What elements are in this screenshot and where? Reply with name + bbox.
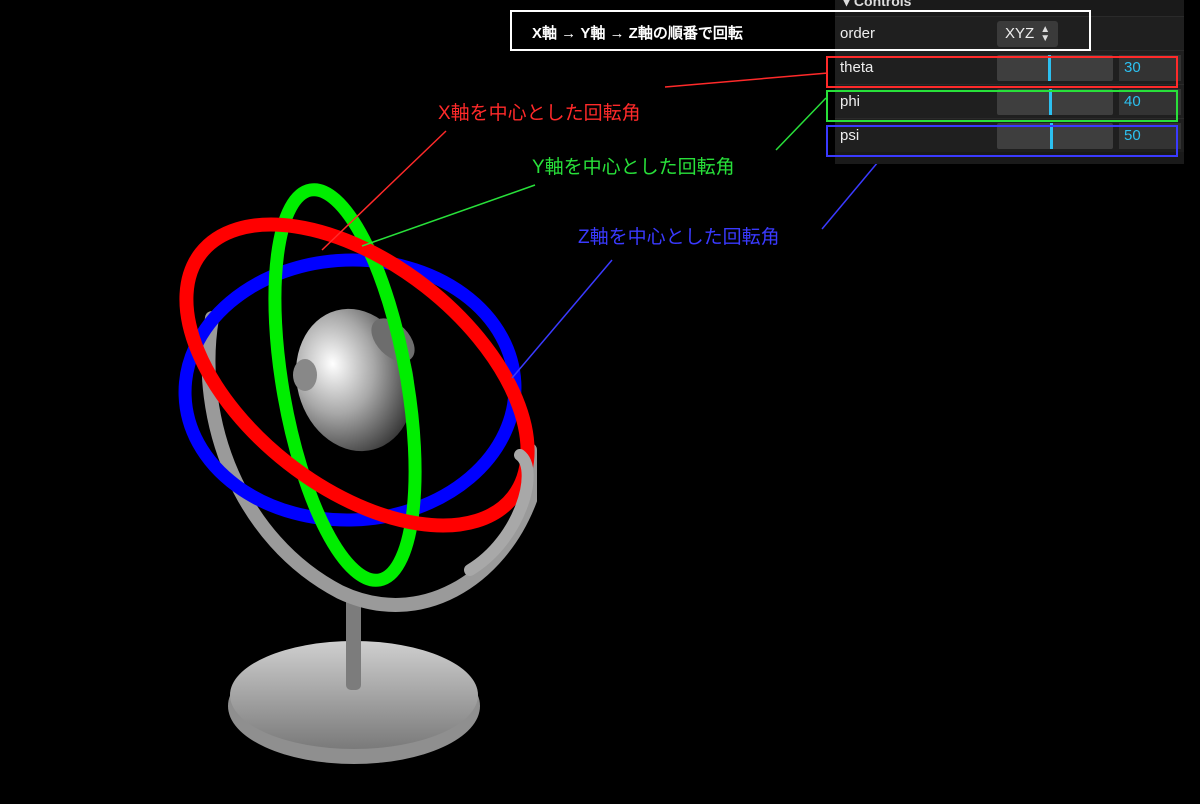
- order-caption: X軸 → Y軸 → Z軸の順番で回転: [532, 25, 743, 42]
- x-caption-leader: [321, 130, 447, 251]
- theta-leader-line: [664, 72, 829, 88]
- phi-leader-line: [775, 97, 827, 151]
- z-axis-caption: Z軸を中心とした回転角: [578, 227, 780, 248]
- y-caption-leader: [361, 184, 536, 247]
- y-axis-caption: Y軸を中心とした回転角: [532, 157, 735, 178]
- stand-pole: [346, 595, 361, 690]
- psi-leader-line: [821, 161, 879, 230]
- phi-highlight-box: [826, 90, 1178, 122]
- x-axis-caption: X軸を中心とした回転角: [438, 103, 641, 124]
- theta-highlight-box: [826, 56, 1178, 88]
- z-caption-leader: [511, 259, 613, 379]
- psi-highlight-box: [826, 125, 1178, 157]
